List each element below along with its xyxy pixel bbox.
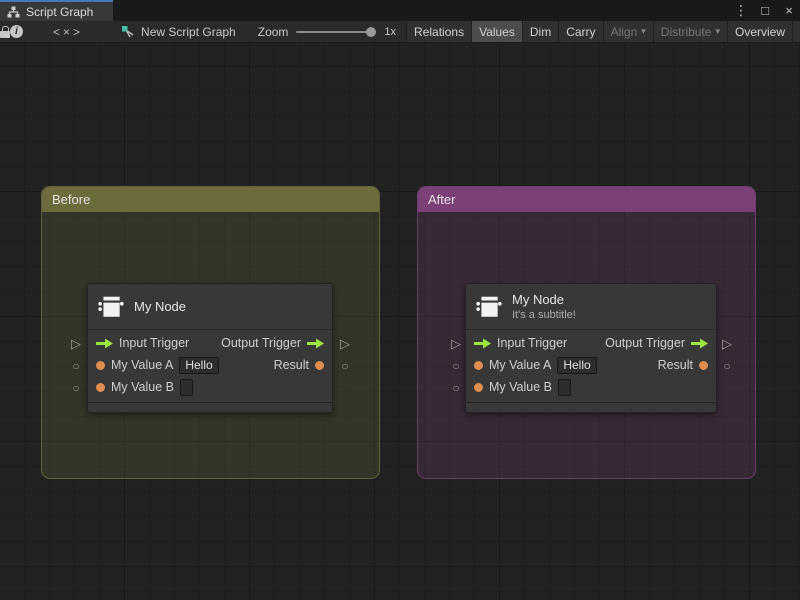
value-port-icon bbox=[474, 360, 483, 370]
graph-hierarchy-icon bbox=[7, 6, 20, 17]
node-title: My Node bbox=[134, 299, 187, 314]
value-a-port[interactable]: My Value A Hello bbox=[96, 356, 219, 374]
port-row: Input Trigger Output Trigger bbox=[88, 332, 332, 354]
external-flow-output-icon[interactable]: ▷ bbox=[720, 337, 734, 351]
value-port-icon bbox=[699, 360, 708, 370]
zoom-slider-handle[interactable] bbox=[366, 26, 377, 37]
port-row: My Value A Hello Result bbox=[88, 354, 332, 376]
flow-arrow-icon bbox=[307, 338, 324, 348]
external-value-input-icon[interactable]: ○ bbox=[449, 359, 463, 373]
zoom-control: Zoom 1x bbox=[258, 21, 402, 42]
input-trigger-port[interactable]: Input Trigger bbox=[96, 336, 189, 350]
flow-arrow-icon bbox=[474, 338, 491, 348]
value-port-icon bbox=[474, 382, 483, 392]
group-title: Before bbox=[52, 192, 91, 207]
toolbar-button-distribute[interactable]: Distribute ▾ bbox=[652, 21, 727, 42]
port-row: My Value B bbox=[88, 376, 332, 398]
external-flow-output-icon[interactable]: ▷ bbox=[338, 337, 352, 351]
unit-icon bbox=[476, 296, 502, 317]
result-port[interactable]: Result bbox=[658, 358, 708, 372]
result-port[interactable]: Result bbox=[274, 358, 324, 372]
value-a-input[interactable]: Hello bbox=[179, 356, 219, 374]
external-value-output-icon[interactable]: ○ bbox=[338, 359, 352, 373]
external-flow-input-icon[interactable]: ▷ bbox=[69, 337, 83, 351]
value-port-icon bbox=[315, 360, 324, 370]
info-icon: i bbox=[10, 25, 23, 38]
node-title: My Node bbox=[512, 292, 565, 307]
chevron-down-icon: ▾ bbox=[641, 26, 646, 36]
graph-canvas[interactable]: Before After My Node Input Trigger Outpu… bbox=[0, 43, 800, 600]
value-a-port[interactable]: My Value A Hello bbox=[474, 356, 597, 374]
graph-toolbar: i <×> New Script Graph Zoom 1x Relations… bbox=[0, 21, 800, 43]
close-icon[interactable]: × bbox=[782, 0, 796, 21]
maximize-icon[interactable]: □ bbox=[758, 0, 772, 21]
value-port-icon bbox=[96, 382, 105, 392]
flow-arrow-icon bbox=[691, 338, 708, 348]
window-controls: ⋮ □ × bbox=[734, 0, 796, 21]
code-preview-icon: <×> bbox=[53, 24, 84, 39]
external-value-input-icon[interactable]: ○ bbox=[69, 381, 83, 395]
toolbar-button-carry[interactable]: Carry bbox=[558, 21, 603, 42]
zoom-label: Zoom bbox=[257, 24, 289, 39]
value-b-input[interactable] bbox=[180, 378, 193, 396]
node-subtitle: It's a subtitle! bbox=[512, 309, 576, 321]
tab-script-graph[interactable]: Script Graph bbox=[0, 0, 113, 21]
new-script-graph-button[interactable]: New Script Graph bbox=[113, 21, 244, 42]
unit-icon bbox=[98, 296, 124, 317]
node-ports: Input Trigger Output Trigger My Value A … bbox=[466, 330, 716, 400]
zoom-value: 1x bbox=[384, 25, 397, 38]
code-preview-button[interactable]: <×> bbox=[53, 21, 83, 42]
window-menu-icon[interactable]: ⋮ bbox=[734, 0, 748, 21]
input-trigger-port[interactable]: Input Trigger bbox=[474, 336, 567, 350]
node-footer bbox=[88, 402, 332, 412]
group-title: After bbox=[428, 192, 456, 207]
lock-button[interactable] bbox=[0, 21, 10, 42]
flow-arrow-icon bbox=[96, 338, 113, 348]
toolbar-toggle-buttons: Relations Values Dim Carry Align ▾ Distr… bbox=[406, 21, 800, 42]
node-my-node-after[interactable]: My Node It's a subtitle! Input Trigger O… bbox=[465, 283, 717, 413]
tab-bar: Script Graph ⋮ □ × bbox=[0, 0, 800, 21]
node-header: My Node It's a subtitle! bbox=[466, 284, 716, 330]
toolbar-button-values[interactable]: Values bbox=[471, 21, 522, 42]
value-a-input[interactable]: Hello bbox=[557, 356, 597, 374]
output-trigger-port[interactable]: Output Trigger bbox=[221, 336, 324, 350]
lock-icon bbox=[0, 25, 10, 38]
group-header[interactable]: Before bbox=[42, 187, 379, 212]
node-my-node-before[interactable]: My Node Input Trigger Output Trigger My … bbox=[87, 283, 333, 413]
value-b-port[interactable]: My Value B bbox=[96, 378, 193, 396]
port-row: My Value A Hello Result bbox=[466, 354, 716, 376]
chevron-down-icon: ▾ bbox=[715, 26, 720, 36]
external-value-output-icon[interactable]: ○ bbox=[720, 359, 734, 373]
external-value-input-icon[interactable]: ○ bbox=[449, 381, 463, 395]
new-graph-label: New Script Graph bbox=[141, 24, 236, 39]
toolbar-button-align[interactable]: Align ▾ bbox=[602, 21, 653, 42]
toolbar-button-relations[interactable]: Relations bbox=[406, 21, 472, 42]
value-b-port[interactable]: My Value B bbox=[474, 378, 571, 396]
toolbar-button-dim[interactable]: Dim bbox=[521, 21, 559, 42]
port-row: Input Trigger Output Trigger bbox=[466, 332, 716, 354]
tab-title: Script Graph bbox=[26, 4, 94, 19]
node-footer bbox=[466, 402, 716, 412]
toolbar-button-fullscreen[interactable]: Full Screen bbox=[792, 21, 800, 42]
node-ports: Input Trigger Output Trigger My Value A … bbox=[88, 330, 332, 400]
external-flow-input-icon[interactable]: ▷ bbox=[449, 337, 463, 351]
port-row: My Value B bbox=[466, 376, 716, 398]
toolbar-button-overview[interactable]: Overview bbox=[727, 21, 793, 42]
value-b-input[interactable] bbox=[558, 378, 571, 396]
new-graph-icon bbox=[122, 25, 134, 37]
output-trigger-port[interactable]: Output Trigger bbox=[605, 336, 708, 350]
group-header[interactable]: After bbox=[418, 187, 755, 212]
node-header: My Node bbox=[88, 284, 332, 330]
external-value-input-icon[interactable]: ○ bbox=[69, 359, 83, 373]
value-port-icon bbox=[96, 360, 105, 370]
info-button[interactable]: i bbox=[10, 21, 23, 42]
zoom-slider[interactable] bbox=[296, 26, 377, 37]
